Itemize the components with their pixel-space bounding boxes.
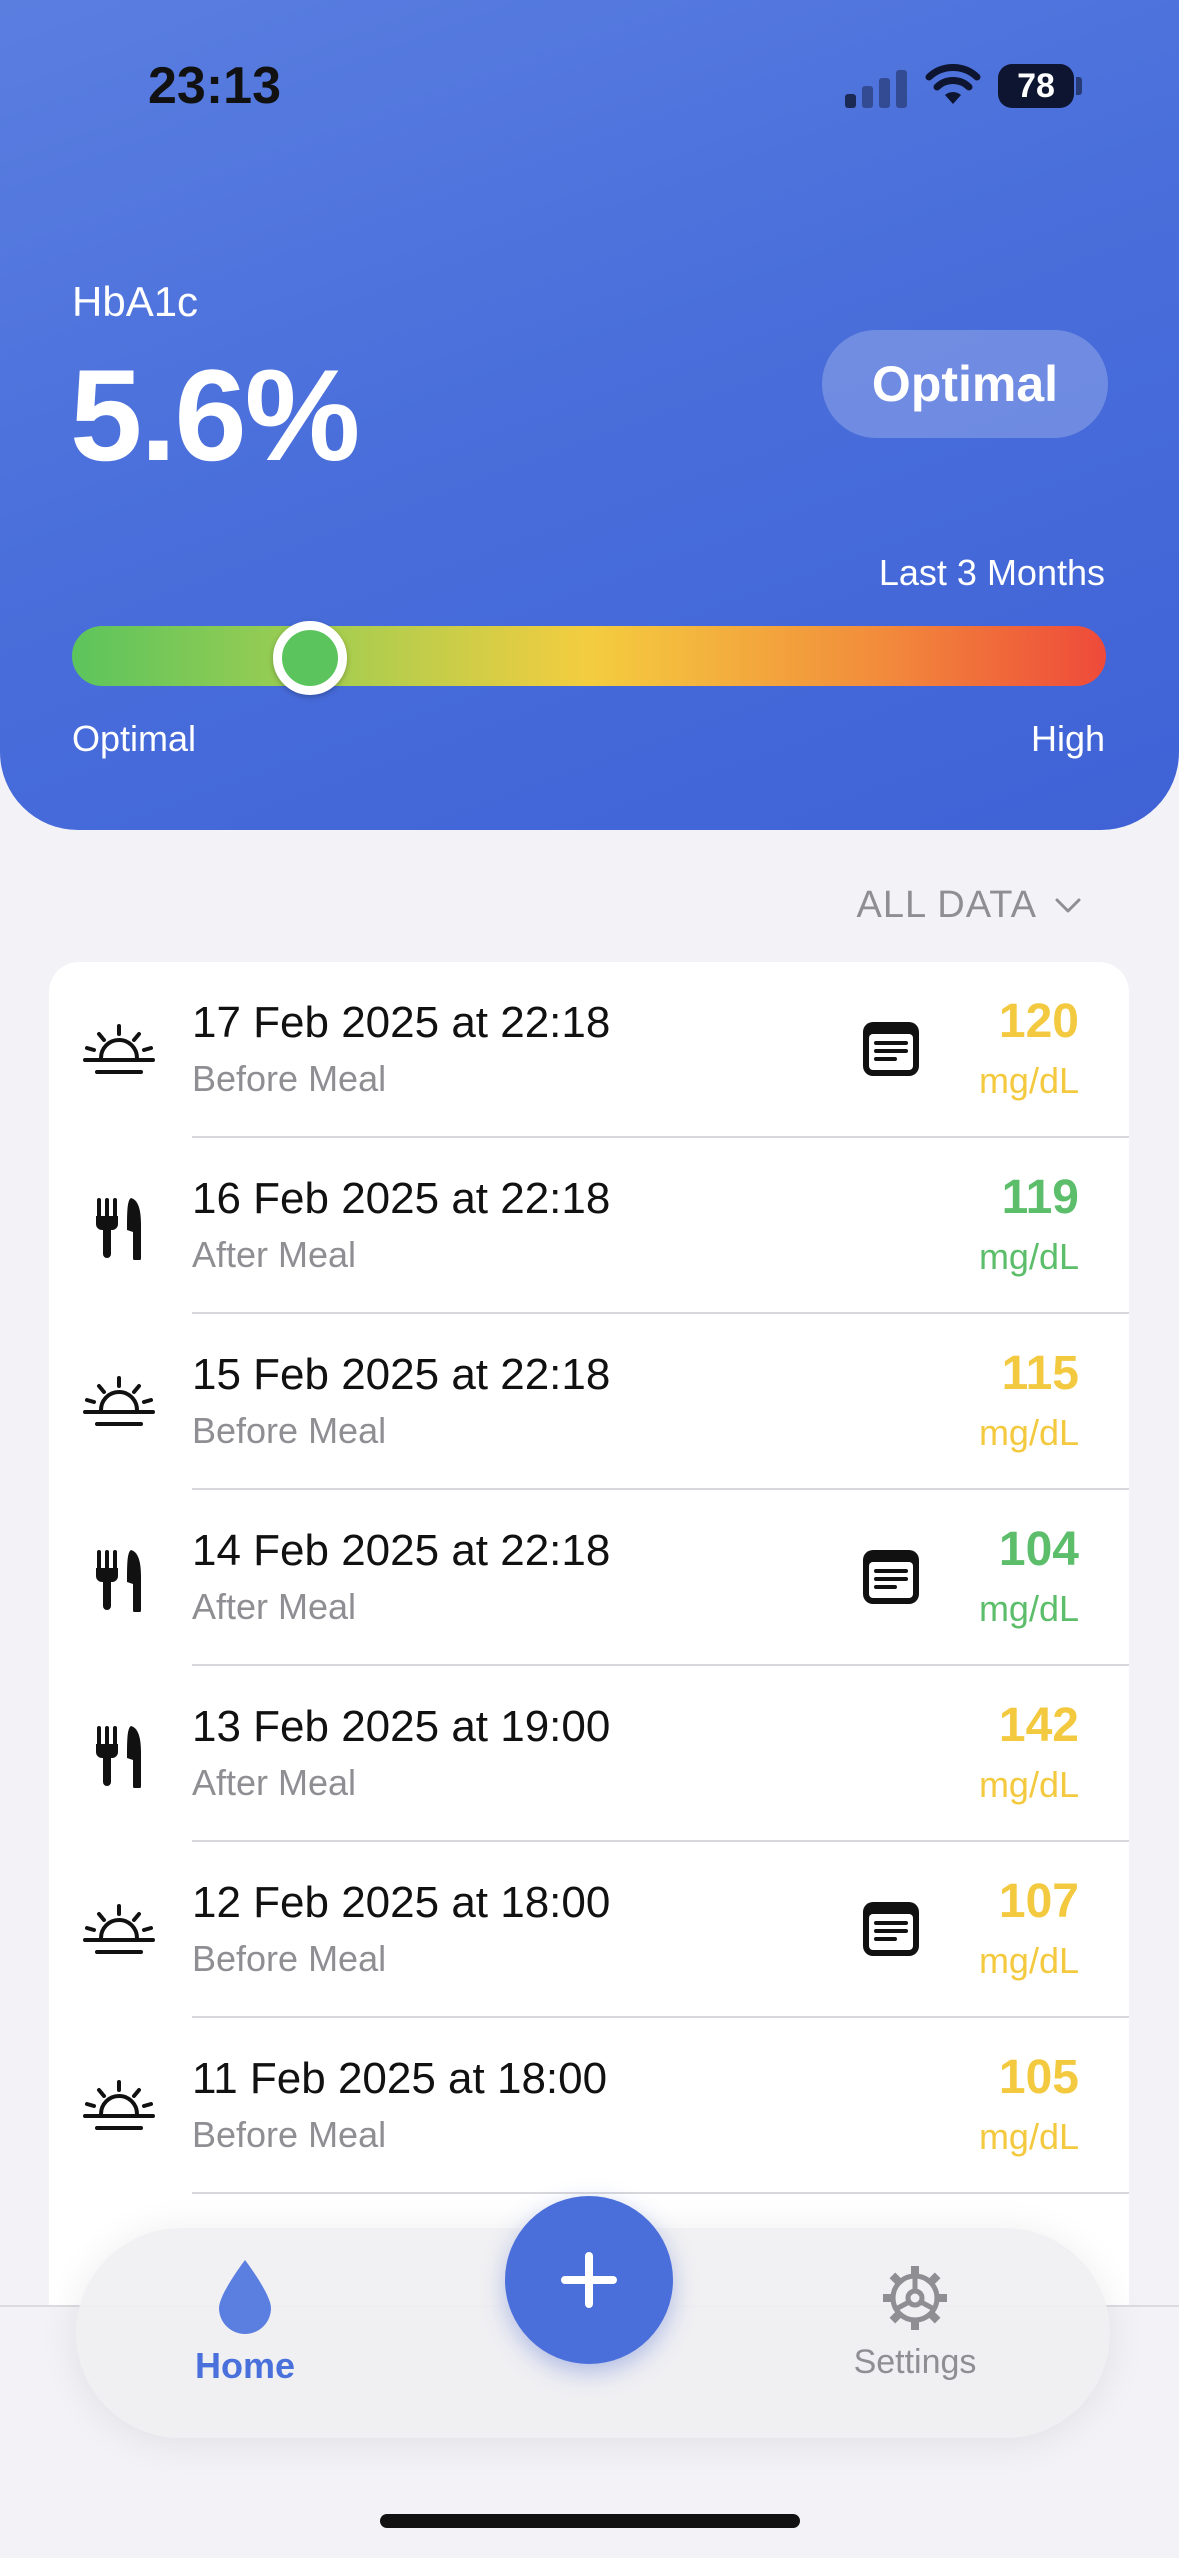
gauge-indicator — [272, 621, 347, 695]
note-icon — [859, 1546, 923, 1608]
fork-knife-icon — [81, 1722, 157, 1790]
sunrise-icon — [81, 1018, 157, 1084]
reading-date: 13 Feb 2025 at 19:00 — [192, 1702, 611, 1751]
metric-value: 5.6% — [70, 342, 360, 488]
reading-unit: mg/dL — [978, 2116, 1079, 2157]
battery-nub — [1076, 77, 1082, 95]
data-filter-dropdown[interactable]: ALL DATA — [857, 884, 1081, 927]
reading-row[interactable]: 16 Feb 2025 at 22:18 After Meal 119 mg/dL — [49, 1138, 1129, 1314]
range-gauge — [72, 626, 1106, 686]
row-divider — [192, 2192, 1129, 2194]
reading-unit: mg/dL — [978, 1940, 1079, 1981]
reading-meal-type: After Meal — [192, 1586, 357, 1627]
sunrise-icon — [81, 1370, 157, 1436]
sunrise-icon — [81, 1898, 157, 1964]
status-badge: Optimal — [822, 330, 1108, 438]
reading-unit: mg/dL — [978, 1588, 1079, 1629]
wifi-icon — [925, 64, 981, 104]
filter-label: ALL DATA — [856, 884, 1037, 926]
reading-value: 105 — [998, 2051, 1079, 2104]
cellular-signal-icon — [845, 68, 907, 108]
reading-date: 15 Feb 2025 at 22:18 — [192, 1350, 611, 1399]
tab-home-label: Home — [194, 2345, 296, 2386]
battery-indicator: 78 — [998, 64, 1074, 108]
reading-row[interactable]: 14 Feb 2025 at 22:18 After Meal 104 mg/dL — [49, 1490, 1129, 1666]
tab-home[interactable]: Home — [150, 2258, 340, 2408]
fork-knife-icon — [81, 1546, 157, 1614]
reading-unit: mg/dL — [978, 1060, 1079, 1101]
reading-meal-type: Before Meal — [192, 2114, 387, 2155]
period-label: Last 3 Months — [878, 552, 1105, 593]
status-time: 23:13 — [148, 57, 281, 115]
reading-date: 16 Feb 2025 at 22:18 — [192, 1174, 611, 1223]
reading-meal-type: Before Meal — [192, 1938, 387, 1979]
gauge-max-label: High — [1030, 718, 1105, 759]
reading-value: 104 — [998, 1523, 1079, 1576]
reading-date: 17 Feb 2025 at 22:18 — [192, 998, 611, 1047]
tab-settings-label: Settings — [853, 2343, 977, 2381]
gear-icon — [883, 2266, 947, 2330]
reading-meal-type: After Meal — [192, 1234, 357, 1275]
sunrise-icon — [81, 2074, 157, 2140]
reading-date: 12 Feb 2025 at 18:00 — [192, 1878, 611, 1927]
plus-icon — [561, 2252, 617, 2308]
reading-meal-type: Before Meal — [192, 1410, 387, 1451]
tab-settings[interactable]: Settings — [820, 2262, 1010, 2412]
reading-row[interactable]: 11 Feb 2025 at 18:00 Before Meal 105 mg/dL — [49, 2018, 1129, 2194]
drop-icon — [219, 2260, 271, 2334]
reading-row[interactable]: 15 Feb 2025 at 22:18 Before Meal 115 mg/dL — [49, 1314, 1129, 1490]
reading-value: 115 — [1001, 1347, 1079, 1400]
reading-value: 119 — [1001, 1171, 1079, 1224]
add-reading-button[interactable] — [505, 2196, 673, 2364]
note-icon — [859, 1018, 923, 1080]
reading-value: 107 — [998, 1875, 1079, 1928]
reading-date: 11 Feb 2025 at 18:00 — [192, 2054, 608, 2103]
gauge-min-label: Optimal — [72, 718, 197, 759]
reading-unit: mg/dL — [978, 1412, 1079, 1453]
chevron-down-icon — [1055, 898, 1081, 912]
reading-meal-type: After Meal — [192, 1762, 357, 1803]
reading-row[interactable]: 17 Feb 2025 at 22:18 Before Meal 120 mg/dL — [49, 962, 1129, 1138]
reading-value: 142 — [998, 1699, 1079, 1752]
reading-unit: mg/dL — [978, 1764, 1079, 1805]
reading-value: 120 — [998, 995, 1079, 1048]
reading-date: 14 Feb 2025 at 22:18 — [192, 1526, 611, 1575]
reading-row[interactable]: 13 Feb 2025 at 19:00 After Meal 142 mg/dL — [49, 1666, 1129, 1842]
reading-row[interactable]: 12 Feb 2025 at 18:00 Before Meal 107 mg/dL — [49, 1842, 1129, 2018]
reading-unit: mg/dL — [978, 1236, 1079, 1277]
note-icon — [859, 1898, 923, 1960]
reading-meal-type: Before Meal — [192, 1058, 387, 1099]
readings-list: 17 Feb 2025 at 22:18 Before Meal 120 mg/dL 1… — [49, 962, 1129, 2362]
fork-knife-icon — [81, 1194, 157, 1262]
home-indicator — [380, 2514, 800, 2528]
metric-label: HbA1c — [72, 278, 199, 325]
